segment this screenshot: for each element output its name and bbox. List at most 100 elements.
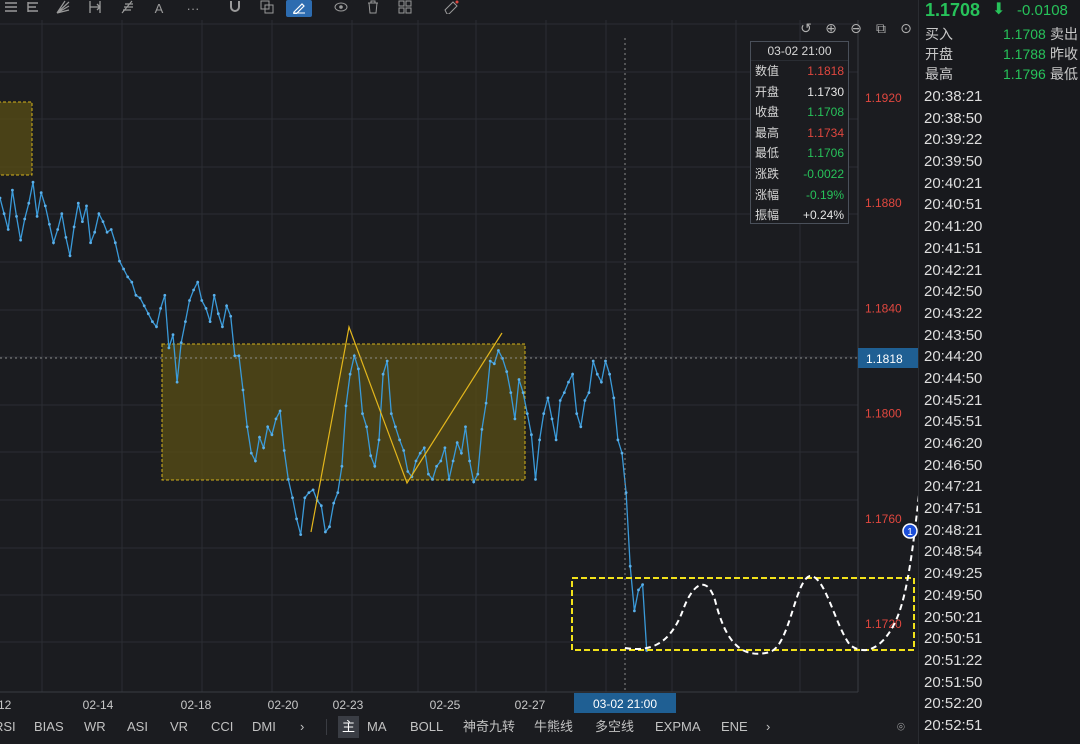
indicator-tab[interactable]: RSI: [0, 716, 16, 738]
tick-time[interactable]: 20:50:21: [924, 607, 982, 629]
main-indicator-tab[interactable]: 主: [338, 716, 360, 738]
tooltip-row: 最高 1.1734: [751, 123, 848, 144]
price-point: [249, 451, 253, 455]
price-point: [525, 412, 529, 415]
annotation-marker-label: 1: [907, 527, 913, 538]
price-point: [340, 464, 344, 468]
price-point: [484, 401, 488, 405]
tooltip-value: 1.1708: [807, 105, 844, 120]
indicator-tab[interactable]: 牛熊线: [534, 716, 573, 738]
next-indicators-button[interactable]: ›: [300, 716, 304, 738]
tick-time[interactable]: 20:51:22: [924, 650, 982, 672]
settings-icon[interactable]: ⊙: [896, 18, 916, 38]
price-point: [68, 254, 72, 258]
price-point: [142, 304, 146, 308]
tick-time[interactable]: 20:52:20: [924, 693, 982, 715]
tick-time[interactable]: 20:43:22: [924, 303, 982, 325]
price-point: [43, 204, 47, 208]
location-pin-icon[interactable]: ⌾: [897, 716, 905, 738]
price-point: [155, 325, 158, 329]
tick-time[interactable]: 20:50:51: [924, 628, 982, 650]
x-tick-label: 02-23: [333, 698, 364, 712]
indicator-tab[interactable]: CCI: [211, 716, 233, 738]
next-indicators-button[interactable]: ›: [766, 716, 770, 738]
undo-icon[interactable]: ↺: [796, 18, 816, 38]
tick-time[interactable]: 20:45:51: [924, 411, 982, 433]
price-point: [554, 438, 558, 442]
tick-time[interactable]: 20:43:50: [924, 325, 982, 347]
tick-time[interactable]: 20:51:50: [924, 672, 982, 694]
tick-time[interactable]: 20:46:20: [924, 433, 982, 455]
indicator-tab[interactable]: MA: [367, 716, 387, 738]
price-point: [171, 333, 175, 337]
crop-icon[interactable]: ⧉: [871, 18, 891, 38]
price-point: [134, 293, 138, 297]
price-point: [175, 380, 179, 384]
tick-time[interactable]: 20:42:21: [924, 260, 982, 282]
tick-time[interactable]: 20:38:21: [924, 86, 982, 108]
price-point: [513, 417, 517, 421]
tooltip-label: 涨幅: [755, 187, 780, 202]
tooltip-label: 涨跌: [755, 166, 780, 181]
tick-time[interactable]: 20:48:54: [924, 541, 982, 563]
price-point: [11, 188, 14, 192]
price-point: [439, 459, 443, 463]
price-point: [0, 196, 2, 200]
price-point: [600, 380, 603, 384]
price-point: [109, 228, 113, 231]
indicator-tab[interactable]: WR: [84, 716, 106, 738]
indicator-tab[interactable]: 神奇九转: [463, 716, 515, 738]
y-tick-label: 1.1840: [865, 301, 902, 315]
zoom-out-icon[interactable]: ⊖: [846, 18, 866, 38]
price-point: [233, 354, 237, 358]
price-point: [616, 438, 620, 442]
price-point: [274, 417, 278, 421]
tick-time[interactable]: 20:52:51: [924, 715, 982, 737]
price-point: [431, 478, 434, 481]
tick-time[interactable]: 20:38:50: [924, 108, 982, 130]
indicator-tab[interactable]: BIAS: [34, 716, 64, 738]
indicator-tab[interactable]: BOLL: [410, 716, 443, 738]
indicator-tab[interactable]: EXPMA: [655, 716, 701, 738]
indicator-divider: [326, 719, 327, 735]
price-point: [23, 217, 27, 221]
tick-time[interactable]: 20:48:21: [924, 520, 982, 542]
price-point: [307, 491, 311, 494]
tick-time-list[interactable]: 20:38:21 20:38:50 20:39:22 20:39:50 20:40:21…: [924, 86, 982, 737]
indicator-tab[interactable]: DMI: [252, 716, 276, 738]
tick-time[interactable]: 20:40:51: [924, 194, 982, 216]
tick-time[interactable]: 20:39:50: [924, 151, 982, 173]
tick-time[interactable]: 20:41:20: [924, 216, 982, 238]
price-point: [604, 359, 607, 363]
tick-time[interactable]: 20:47:21: [924, 476, 982, 498]
tick-time[interactable]: 20:47:51: [924, 498, 982, 520]
tooltip-label: 开盘: [755, 84, 780, 99]
tick-time[interactable]: 20:41:51: [924, 238, 982, 260]
tick-time[interactable]: 20:49:25: [924, 563, 982, 585]
tooltip-value: 1.1730: [807, 84, 844, 99]
tooltip-row: 涨幅 -0.19%: [751, 185, 848, 206]
price-point: [476, 472, 480, 476]
tick-time[interactable]: 20:39:22: [924, 129, 982, 151]
tick-time[interactable]: 20:42:50: [924, 281, 982, 303]
indicator-tab[interactable]: ASI: [127, 716, 148, 738]
tick-time[interactable]: 20:44:50: [924, 368, 982, 390]
tick-time[interactable]: 20:46:50: [924, 455, 982, 477]
indicator-tab[interactable]: ENE: [721, 716, 748, 738]
indicator-tab[interactable]: VR: [170, 716, 188, 738]
price-point: [291, 496, 294, 500]
tick-time[interactable]: 20:44:20: [924, 346, 982, 368]
tick-time[interactable]: 20:45:21: [924, 390, 982, 412]
price-point: [245, 425, 249, 429]
price-point: [303, 496, 307, 500]
zoom-in-icon[interactable]: ⊕: [821, 18, 841, 38]
indicator-tab[interactable]: 多空线: [595, 716, 634, 738]
price-point: [595, 372, 599, 376]
tick-time[interactable]: 20:49:50: [924, 585, 982, 607]
tick-time[interactable]: 20:40:21: [924, 173, 982, 195]
price-point: [179, 341, 183, 344]
price-point: [637, 588, 640, 592]
y-tick-label: 1.1880: [865, 196, 902, 210]
price-point: [427, 472, 430, 476]
price-point: [2, 212, 6, 216]
